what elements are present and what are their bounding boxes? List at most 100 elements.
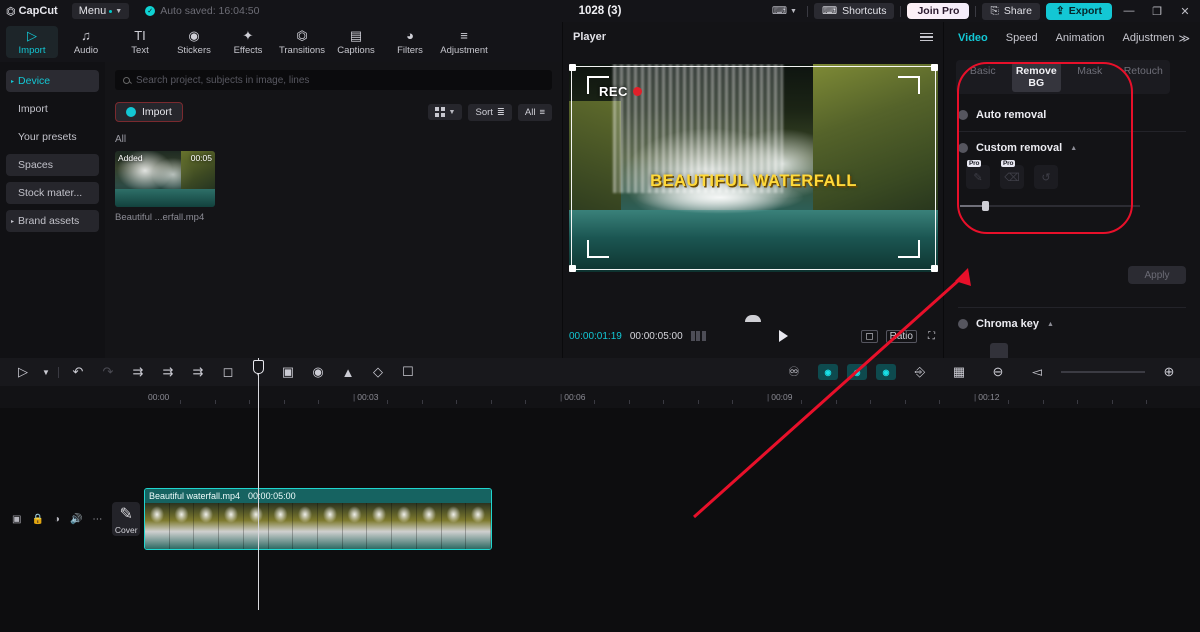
delete-icon[interactable]: ◻	[213, 364, 243, 380]
chevron-up-icon[interactable]: ▲	[1047, 321, 1054, 328]
mic-icon[interactable]: ♾	[779, 364, 809, 380]
nav-tab-captions[interactable]: ▤ Captions	[330, 26, 382, 58]
chevron-down-icon[interactable]: ▼	[38, 368, 54, 377]
zoom-out-icon[interactable]: ⊖	[983, 364, 1013, 380]
media-thumbnail[interactable]: Added 00:05	[115, 151, 215, 207]
apply-button[interactable]: Apply	[1128, 266, 1186, 284]
player-resize-handle[interactable]	[745, 315, 761, 322]
nav-tab-adjustment[interactable]: ≡ Adjustment	[438, 26, 490, 58]
keyframe-icon[interactable]: ▦	[944, 364, 974, 380]
menu-button[interactable]: Menu ▼	[71, 3, 130, 19]
split-view-icon[interactable]: ⎆	[905, 364, 935, 380]
sort-button[interactable]: Sort ≣	[468, 103, 512, 121]
tabs-overflow-icon[interactable]: ≫	[1178, 32, 1190, 45]
select-icon[interactable]: ▷	[8, 364, 38, 380]
timeline-ruler[interactable]: 00:00 00:03 00:06 00:09 00:12	[0, 386, 1200, 408]
resize-handle[interactable]	[569, 265, 576, 272]
export-button[interactable]: ⇪ Export	[1045, 2, 1112, 20]
crop-icon[interactable]: ☐	[393, 364, 423, 380]
nav-tab-filters[interactable]: ◕ Filters	[384, 26, 436, 58]
sidebar-item-brand-assets[interactable]: ▸ Brand assets	[6, 210, 99, 232]
resize-handle[interactable]	[931, 64, 938, 71]
shortcuts-button[interactable]: ⌨ Shortcuts	[813, 3, 895, 19]
minimize-button[interactable]: —	[1118, 5, 1140, 17]
auto-removal-row[interactable]: Auto removal	[958, 102, 1186, 128]
auto-caption-icon[interactable]: ◉	[847, 364, 867, 380]
sidebar-item-spaces[interactable]: Spaces	[6, 154, 99, 176]
more-icon[interactable]: ⋯	[92, 514, 102, 525]
import-button[interactable]: Import	[115, 102, 183, 122]
sidebar-item-import[interactable]: Import	[6, 98, 99, 120]
reverse-icon[interactable]: ◇	[363, 364, 393, 380]
subtab-basic[interactable]: Basic	[958, 62, 1008, 92]
media-item[interactable]: Added 00:05 Beautiful ...erfall.mp4	[115, 151, 215, 223]
auto-reframe-icon[interactable]: ◉	[876, 364, 896, 380]
timeline-clip[interactable]: Beautiful waterfall.mp4 00:00:05:00	[144, 488, 492, 550]
freeze-icon[interactable]: ▣	[273, 364, 303, 380]
playhead[interactable]	[253, 358, 264, 610]
zoom-in-icon[interactable]: ⊕	[1154, 364, 1184, 380]
subtab-mask[interactable]: Mask	[1065, 62, 1115, 92]
auto-removal-toggle[interactable]	[958, 110, 968, 120]
custom-removal-row[interactable]: Custom removal ▲	[958, 135, 1186, 161]
sidebar-item-stock-materials[interactable]: Stock mater...	[6, 182, 99, 204]
lasso-tool-button[interactable]: ↺	[1034, 165, 1058, 189]
rotate-icon[interactable]: ◉	[303, 364, 333, 380]
chevron-up-icon[interactable]: ▲	[1070, 145, 1077, 152]
nav-tab-text[interactable]: TI Text	[114, 26, 166, 58]
subtab-retouch[interactable]: Retouch	[1119, 62, 1169, 92]
slider-knob[interactable]	[982, 201, 989, 211]
crop-icon[interactable]: ◻	[861, 329, 878, 343]
hamburger-icon[interactable]	[920, 32, 933, 42]
search-input[interactable]: Search project, subjects in image, lines	[115, 70, 552, 90]
brush-tool-button[interactable]: Pro ✎	[966, 160, 990, 189]
filter-button[interactable]: All ≡	[517, 103, 552, 121]
tab-animation[interactable]: Animation	[1056, 32, 1105, 44]
lock-icon[interactable]: 🔒	[31, 514, 43, 525]
ratio-button[interactable]: Ratio	[885, 329, 917, 343]
grid-view-button[interactable]: ▼	[428, 104, 463, 120]
resize-handle[interactable]	[569, 64, 576, 71]
nav-tab-stickers[interactable]: ◉ Stickers	[168, 26, 220, 58]
split-right-icon[interactable]: ⇉	[183, 364, 213, 380]
split-icon[interactable]: ⇉	[153, 364, 183, 380]
close-button[interactable]: ✕	[1174, 5, 1196, 18]
selection-box[interactable]	[569, 64, 938, 272]
sidebar-item-your-presets[interactable]: Your presets	[6, 126, 99, 148]
mirror-icon[interactable]: ▲	[333, 365, 363, 380]
mute-icon[interactable]: 🔊	[70, 514, 82, 525]
tab-adjustment[interactable]: Adjustmen	[1123, 32, 1175, 44]
zoom-slider[interactable]	[1061, 371, 1145, 373]
keyboard-layout-button[interactable]: ⌨ ▼	[768, 3, 801, 19]
share-button[interactable]: ⎘ Share	[982, 2, 1040, 20]
eraser-tool-button[interactable]: Pro ⌫	[1000, 160, 1024, 189]
nav-tab-import[interactable]: ▷ Import	[6, 26, 58, 58]
tab-video[interactable]: Video	[958, 32, 988, 44]
chroma-key-toggle[interactable]	[958, 319, 968, 329]
nav-tab-audio[interactable]: ♫ Audio	[60, 26, 112, 58]
playhead-handle[interactable]	[253, 360, 264, 374]
maximize-button[interactable]: ❐	[1146, 5, 1168, 18]
sidebar-item-device[interactable]: ▸ Device	[6, 70, 99, 92]
nav-tab-effects[interactable]: ✦ Effects	[222, 26, 274, 58]
redo-icon[interactable]: ↷	[93, 364, 123, 380]
nav-tab-transitions[interactable]: ⏣ Transitions	[276, 26, 328, 58]
subtab-remove-bg[interactable]: Remove BG	[1011, 62, 1061, 92]
play-icon[interactable]	[778, 330, 788, 342]
video-track-icon[interactable]: ▣	[12, 514, 21, 525]
custom-removal-toggle[interactable]	[958, 143, 968, 153]
join-pro-button[interactable]: Join Pro	[907, 3, 970, 19]
player-stage[interactable]: REC BEAUTIFUL WATERFALL	[569, 64, 938, 272]
cover-button[interactable]: ✎ Cover	[112, 502, 140, 536]
auto-cut-icon[interactable]: ◉	[818, 364, 838, 380]
visibility-icon[interactable]: ◑	[54, 514, 60, 525]
resize-handle[interactable]	[931, 265, 938, 272]
undo-icon[interactable]: ↶	[63, 364, 93, 380]
split-left-icon[interactable]: ⇉	[123, 364, 153, 380]
chroma-key-row[interactable]: Chroma key ▲	[958, 311, 1186, 337]
stickers-icon: ◉	[188, 28, 200, 43]
zoom-slider-knob[interactable]: ◅	[1022, 364, 1052, 380]
tab-speed[interactable]: Speed	[1006, 32, 1038, 44]
fullscreen-icon[interactable]: ⛶	[925, 331, 938, 342]
brush-size-slider[interactable]	[960, 201, 1182, 211]
